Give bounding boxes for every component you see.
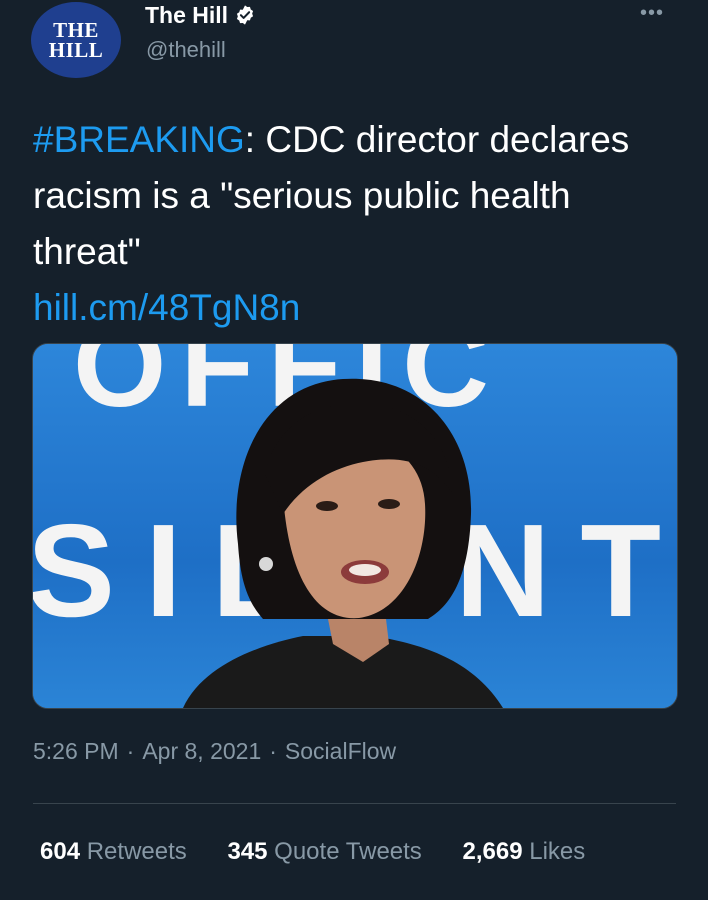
tweet-media-image[interactable]: OFFIC SIDENT	[32, 343, 678, 709]
quote-tweets-stat[interactable]: 345 Quote Tweets	[227, 838, 421, 866]
retweets-label: Retweets	[86, 838, 187, 865]
likes-count: 2,669	[462, 838, 523, 865]
speaker-photo: OFFIC SIDENT	[33, 344, 677, 708]
retweets-stat[interactable]: 604 Retweets	[40, 838, 187, 866]
meta-separator: ·	[269, 738, 277, 764]
quote-tweets-label: Quote Tweets	[274, 838, 422, 865]
tweet-url-link[interactable]: hill.cm/48TgN8n	[33, 287, 300, 328]
quote-tweets-count: 345	[227, 838, 268, 865]
avatar[interactable]: THE HILL	[31, 2, 121, 78]
likes-stat[interactable]: 2,669 Likes	[462, 838, 585, 866]
tweet-text: #BREAKING: CDC director declares racism …	[33, 112, 673, 336]
author-row: The Hill	[145, 0, 256, 30]
hashtag-link[interactable]: #BREAKING	[33, 119, 245, 160]
tweet-time[interactable]: 5:26 PM	[33, 738, 119, 764]
display-name[interactable]: The Hill	[145, 2, 228, 29]
divider	[33, 803, 676, 804]
avatar-logo-line1: THE	[53, 18, 99, 42]
meta-separator: ·	[126, 738, 135, 764]
verified-badge-icon	[236, 5, 254, 25]
more-options-icon[interactable]: •••	[640, 2, 664, 25]
tweet-card: THE HILL The Hill @thehill ••• #BREAKING…	[0, 0, 708, 900]
handle[interactable]: @thehill	[146, 37, 226, 63]
tweet-source[interactable]: SocialFlow	[285, 738, 396, 764]
engagement-stats: 604 Retweets 345 Quote Tweets 2,669 Like…	[40, 838, 585, 866]
avatar-logo-line2: HILL	[48, 38, 104, 62]
tweet-meta: 5:26 PM · Apr 8, 2021 · SocialFlow	[33, 738, 396, 765]
retweets-count: 604	[40, 838, 81, 865]
likes-label: Likes	[529, 838, 586, 865]
tweet-date[interactable]: Apr 8, 2021	[142, 738, 261, 764]
